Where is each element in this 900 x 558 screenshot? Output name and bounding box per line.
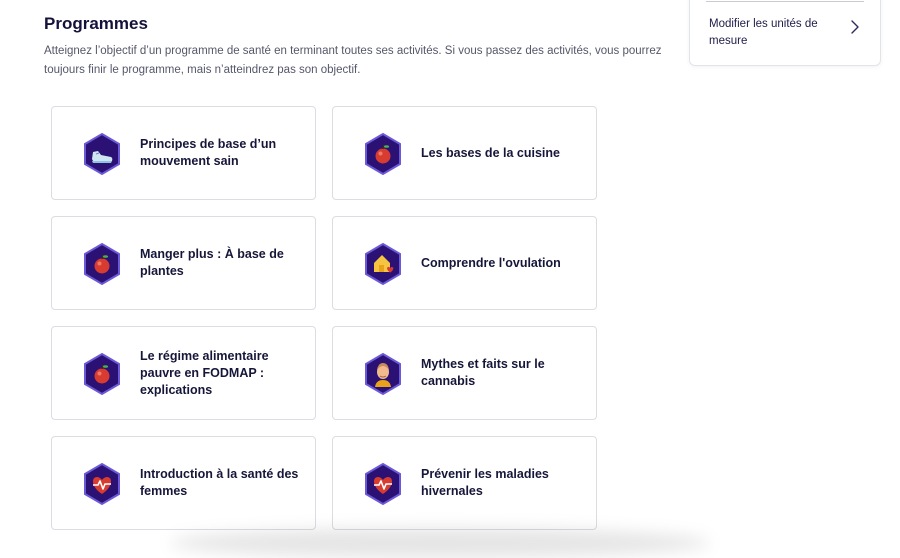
program-card[interactable]: Mythes et faits sur le cannabis	[332, 326, 597, 420]
program-title: Prévenir les maladies hivernales	[421, 467, 549, 498]
program-card[interactable]: Principes de base d’un mouvement sain	[51, 106, 316, 200]
house-heart-icon	[365, 242, 401, 286]
program-card[interactable]: Manger plus : À base de plantes	[51, 216, 316, 310]
program-card[interactable]: Prévenir les maladies hivernales	[332, 436, 597, 530]
apple-icon	[84, 352, 120, 396]
program-card[interactable]: Introduction à la santé des femmes	[51, 436, 316, 530]
program-card[interactable]: Comprendre l'ovulation	[332, 216, 597, 310]
program-card[interactable]: Le régime alimentaire pauvre en FODMAP :…	[51, 326, 316, 420]
divider	[706, 1, 864, 2]
program-title: Mythes et faits sur le cannabis	[421, 357, 545, 388]
program-card[interactable]: Les bases de la cuisine	[332, 106, 597, 200]
settings-card: Modifier les unités de mesure	[689, 0, 881, 66]
program-title: Comprendre l'ovulation	[421, 255, 561, 270]
modify-units-link[interactable]: Modifier les unités de mesure	[690, 7, 880, 57]
programs-grid: Principes de base d’un mouvement sain Le…	[51, 106, 597, 530]
heart-pulse-icon	[84, 462, 120, 506]
program-title: Les bases de la cuisine	[421, 145, 560, 160]
sneaker-icon	[84, 132, 120, 176]
program-title: Manger plus : À base de plantes	[140, 247, 284, 278]
person-icon	[365, 352, 401, 396]
apple-icon	[84, 242, 120, 286]
apple-icon	[365, 132, 401, 176]
bottom-shadow	[170, 528, 710, 558]
program-title: Le régime alimentaire pauvre en FODMAP :…	[140, 348, 269, 397]
page-description: Atteignez l’objectif d’un programme de s…	[44, 45, 662, 76]
chevron-right-icon	[851, 20, 859, 34]
page-title: Programmes	[44, 14, 148, 33]
program-title: Introduction à la santé des femmes	[140, 467, 299, 498]
program-title: Principes de base d’un mouvement sain	[140, 137, 277, 168]
modify-units-label: Modifier les unités de mesure	[709, 18, 818, 47]
heart-pulse-icon	[365, 462, 401, 506]
